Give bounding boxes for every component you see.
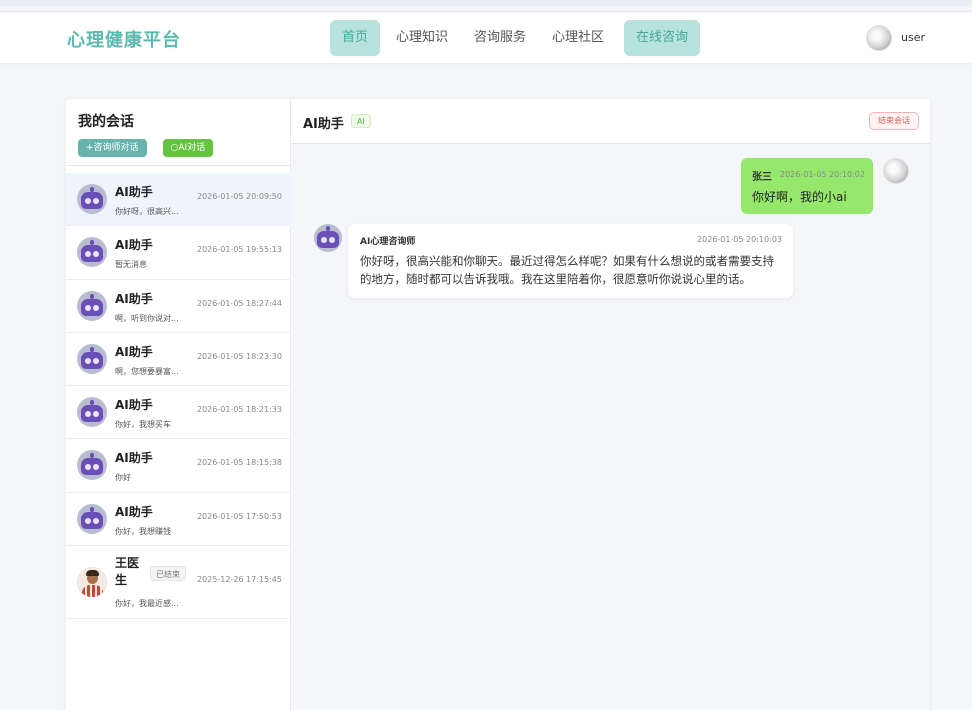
conversation-time: 2026-01-05 18:27:44 [197, 298, 282, 308]
conversation-item[interactable]: 王医生 已结束 你好，我最近感... 2025-12-26 17:15:45 [66, 546, 291, 620]
top-strip [0, 0, 972, 6]
conversation-name: AI助手 [115, 291, 153, 306]
conversation-preview: 啊，听到你说对... [115, 313, 179, 323]
nav-services[interactable]: 咨询服务 [462, 20, 538, 56]
conversation-item[interactable]: AI助手 你好 2026-01-05 18:15:38 [66, 439, 291, 493]
conversation-list: AI助手 你好呀，很高兴... 2026-01-05 20:09:50 AI助手… [66, 173, 291, 620]
nav-home[interactable]: 首页 [330, 20, 381, 56]
conversation-name: AI助手 [115, 451, 153, 466]
conversation-sidebar: 我的会话 +咨询师对话 ○AI对话 AI助手 你好呀，很高兴... 2026-0… [66, 99, 291, 710]
status-badge: 已结束 [150, 566, 186, 582]
user-message: 张三 2026-01-05 20:10:02 你好啊，我的小ai [741, 158, 873, 214]
conversation-name: AI助手 [115, 398, 153, 413]
chat-panel: AI助手 AI 结束会话 张三 2026-01-05 20:10:02 你好啊，… [291, 99, 930, 710]
conversation-name: AI助手 [115, 504, 153, 519]
doctor-avatar [77, 567, 107, 598]
ai-message: AI心理咨询师 2026-01-05 20:10:03 你好呀，很高兴能和你聊天… [348, 224, 793, 298]
conversation-item[interactable]: AI助手 你好，我想赚钱 2026-01-05 17:50:53 [66, 493, 291, 547]
conversation-item[interactable]: AI助手 你好呀，很高兴... 2026-01-05 20:09:50 [66, 173, 291, 227]
new-counselor-chat-button[interactable]: +咨询师对话 [78, 139, 147, 157]
conversation-preview: 你好，我想赚钱 [115, 526, 171, 536]
conversation-item[interactable]: AI助手 啊，您想要暴富... 2026-01-05 18:23:30 [66, 333, 291, 387]
ai-tag: AI [351, 114, 371, 128]
robot-icon [77, 450, 107, 481]
site-logo[interactable]: 心理健康平台 [67, 26, 181, 52]
conversation-time: 2026-01-05 20:09:50 [197, 192, 282, 201]
message-text: 你好呀，很高兴能和你聊天。最近过得怎么样呢？如果有什么想说的或者需要支持的地方，… [360, 254, 774, 286]
robot-icon [77, 503, 107, 534]
robot-icon [77, 237, 107, 268]
robot-icon [77, 290, 107, 321]
conversation-time: 2026-01-05 18:15:38 [197, 458, 282, 468]
conversation-preview: 你好，我最近感... [115, 599, 179, 609]
conversation-time: 2025-12-26 17:15:45 [197, 575, 282, 585]
user-avatar[interactable] [866, 25, 892, 51]
conversation-time: 2026-01-05 18:21:33 [197, 405, 282, 415]
robot-icon [77, 184, 107, 214]
nav-online-consult[interactable]: 在线咨询 [624, 20, 701, 56]
conversation-item[interactable]: AI助手 暂无消息 2026-01-05 19:55:13 [66, 226, 291, 280]
user-name[interactable]: user [901, 31, 925, 44]
robot-icon [77, 397, 107, 428]
conversation-name: AI助手 [115, 344, 153, 359]
conversation-name: AI助手 [115, 185, 153, 199]
conversation-time: 2026-01-05 18:23:30 [197, 351, 282, 361]
conversation-name: 王医生 [115, 556, 140, 588]
chat-container: 我的会话 +咨询师对话 ○AI对话 AI助手 你好呀，很高兴... 2026-0… [66, 99, 930, 710]
end-session-button[interactable]: 结束会话 [869, 112, 919, 130]
conversation-time: 2026-01-05 17:50:53 [197, 511, 282, 521]
chat-title: AI助手 [303, 117, 344, 132]
conversation-preview: 你好 [115, 473, 131, 483]
user-avatar [883, 158, 909, 184]
conversation-preview: 你好，我想买车 [115, 420, 171, 430]
conversation-item[interactable]: AI助手 你好，我想买车 2026-01-05 18:21:33 [66, 386, 291, 440]
robot-icon [314, 224, 342, 252]
nav-community[interactable]: 心理社区 [540, 20, 616, 56]
message-time: 2026-01-05 20:10:03 [697, 235, 782, 244]
message-sender: AI心理咨询师 [360, 237, 416, 247]
robot-icon [77, 343, 107, 374]
conversation-time: 2026-01-05 19:55:13 [197, 245, 282, 255]
conversation-preview: 你好呀，很高兴... [115, 207, 179, 216]
sidebar-title: 我的会话 [78, 114, 134, 130]
conversation-name: AI助手 [115, 238, 153, 253]
conversation-item[interactable]: AI助手 啊，听到你说对... 2026-01-05 18:27:44 [66, 280, 291, 333]
new-ai-chat-button[interactable]: ○AI对话 [162, 139, 214, 157]
chat-header: AI助手 AI 结束会话 [291, 99, 930, 144]
message-time: 2026-01-05 20:10:02 [780, 170, 865, 179]
sidebar-header: 我的会话 +咨询师对话 ○AI对话 [66, 99, 290, 166]
message-sender: 张三 [752, 172, 772, 183]
navbar: 心理健康平台 首页 心理知识 咨询服务 心理社区 在线咨询 user [0, 11, 972, 63]
conversation-preview: 啊，您想要暴富... [115, 366, 179, 376]
nav-knowledge[interactable]: 心理知识 [384, 20, 460, 56]
conversation-preview: 暂无消息 [115, 260, 147, 270]
message-text: 你好啊，我的小ai [752, 190, 847, 204]
